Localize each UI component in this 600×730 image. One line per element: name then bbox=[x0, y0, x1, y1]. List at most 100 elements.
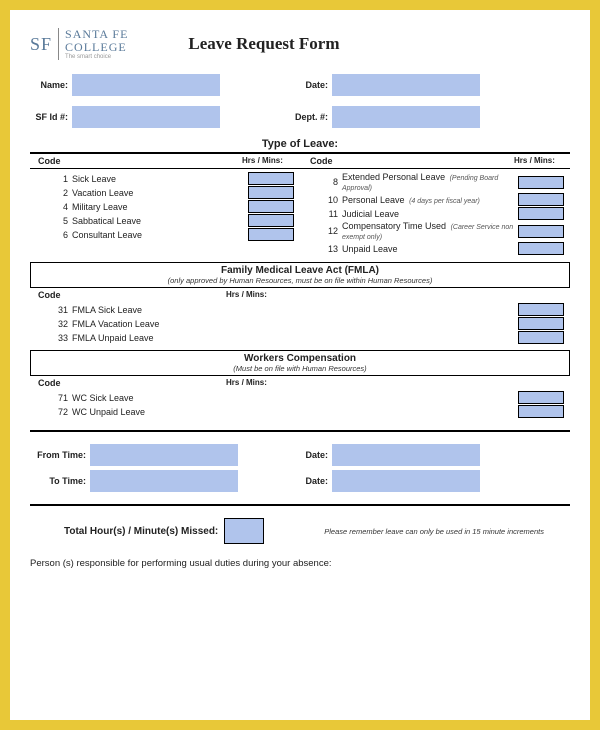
to-date-input[interactable] bbox=[332, 470, 480, 492]
leave-name: FMLA Sick Leave bbox=[72, 305, 518, 315]
dept-input[interactable] bbox=[332, 106, 480, 128]
total-row: Total Hour(s) / Minute(s) Missed: Please… bbox=[30, 518, 570, 544]
wc-note: (Must be on file with Human Resources) bbox=[31, 364, 569, 373]
fmla-title-box: Family Medical Leave Act (FMLA) (only ap… bbox=[30, 262, 570, 288]
leave-code: 10 bbox=[318, 195, 338, 205]
leave-note: (4 days per fiscal year) bbox=[409, 198, 480, 205]
leave-item: 2Vacation Leave bbox=[30, 186, 300, 199]
hrs-mins-input[interactable] bbox=[248, 172, 294, 185]
hrs-mins-input[interactable] bbox=[518, 405, 564, 418]
wc-title-box: Workers Compensation (Must be on file wi… bbox=[30, 350, 570, 376]
logo-sf: SF bbox=[30, 34, 52, 55]
hrs-header: Hrs / Mins: bbox=[242, 156, 302, 166]
leave-item: 10 Personal Leave (4 days per fiscal year… bbox=[300, 193, 570, 206]
leave-col-left: 1 Sick Leave 2Vacation Leave 4 Military Leav… bbox=[30, 171, 300, 256]
leave-code: 12 bbox=[318, 226, 338, 236]
hrs-mins-input[interactable] bbox=[518, 242, 564, 255]
name-label: Name: bbox=[30, 80, 68, 90]
leave-name: WC Sick Leave bbox=[72, 393, 518, 403]
leave-name: Extended Personal Leave (Pending Board A… bbox=[342, 172, 518, 192]
leave-item: 1 Sick Leave bbox=[30, 172, 300, 185]
college-logo: SF SANTA FE COLLEGE The smart choice bbox=[30, 28, 128, 60]
to-time-input[interactable] bbox=[90, 470, 238, 492]
leave-code: 72 bbox=[48, 407, 68, 417]
from-time-row: From Time: Date: bbox=[30, 444, 570, 466]
leave-name: Sabbatical Leave bbox=[72, 216, 248, 226]
leave-code: 32 bbox=[48, 319, 68, 329]
total-input[interactable] bbox=[224, 518, 264, 544]
total-label: Total Hour(s) / Minute(s) Missed: bbox=[64, 526, 218, 537]
leave-item: 12Compensatory Time Used (Career Service… bbox=[300, 221, 570, 241]
leave-item: 4 Military Leave bbox=[30, 200, 300, 213]
name-date-row: Name: Date: bbox=[30, 74, 570, 96]
hrs-mins-input[interactable] bbox=[518, 317, 564, 330]
leave-name: FMLA Vacation Leave bbox=[72, 319, 518, 329]
leave-name: Military Leave bbox=[72, 202, 248, 212]
leave-item: 31FMLA Sick Leave bbox=[30, 303, 570, 316]
leave-item: 33 FMLA Unpaid Leave bbox=[30, 331, 570, 344]
type-of-leave-title: Type of Leave: bbox=[30, 138, 570, 154]
leave-code: 6 bbox=[48, 230, 68, 240]
leave-name: Unpaid Leave bbox=[342, 244, 518, 254]
sfid-label: SF Id #: bbox=[30, 112, 68, 122]
leave-code: 71 bbox=[48, 393, 68, 403]
from-time-input[interactable] bbox=[90, 444, 238, 466]
hrs-header: Hrs / Mins: bbox=[514, 156, 570, 166]
hrs-mins-input[interactable] bbox=[248, 186, 294, 199]
hrs-mins-input[interactable] bbox=[248, 228, 294, 241]
leave-header-row: Code Hrs / Mins: Code Hrs / Mins: bbox=[30, 154, 570, 169]
leave-name: Judicial Leave bbox=[342, 209, 518, 219]
fmla-list: 31FMLA Sick Leave 32 FMLA Vacation Leave 33… bbox=[30, 303, 570, 344]
leave-item: 32 FMLA Vacation Leave bbox=[30, 317, 570, 330]
leave-name: Sick Leave bbox=[72, 174, 248, 184]
hrs-mins-input[interactable] bbox=[518, 303, 564, 316]
hrs-mins-input[interactable] bbox=[248, 214, 294, 227]
hrs-mins-input[interactable] bbox=[518, 193, 564, 206]
date-input[interactable] bbox=[332, 74, 480, 96]
leave-code: 13 bbox=[318, 244, 338, 254]
leave-code: 2 bbox=[48, 188, 68, 198]
leave-code: 4 bbox=[48, 202, 68, 212]
hrs-mins-input[interactable] bbox=[518, 176, 564, 189]
leave-item: 8 Extended Personal Leave (Pending Board … bbox=[300, 172, 570, 192]
leave-note: (Pending Board Approval) bbox=[342, 175, 498, 192]
logo-line1: SANTA FE bbox=[65, 28, 128, 41]
leave-item: 71 WC Sick Leave bbox=[30, 391, 570, 404]
leave-item: 5 Sabbatical Leave bbox=[30, 214, 300, 227]
from-date-input[interactable] bbox=[332, 444, 480, 466]
hrs-mins-input[interactable] bbox=[518, 225, 564, 238]
leave-item: 72 WC Unpaid Leave bbox=[30, 405, 570, 418]
form-page: SF SANTA FE COLLEGE The smart choice Lea… bbox=[10, 10, 590, 720]
leave-name: Personal Leave (4 days per fiscal year) bbox=[342, 195, 518, 205]
fmla-title: Family Medical Leave Act (FMLA) bbox=[31, 265, 569, 276]
leave-name: WC Unpaid Leave bbox=[72, 407, 518, 417]
leave-code: 33 bbox=[48, 333, 68, 343]
form-title: Leave Request Form bbox=[188, 34, 339, 54]
leave-code: 11 bbox=[318, 209, 338, 219]
time-section: From Time: Date: To Time: Date: bbox=[30, 430, 570, 506]
leave-item: 13 Unpaid Leave bbox=[300, 242, 570, 255]
leave-col-right: 8 Extended Personal Leave (Pending Board … bbox=[300, 171, 570, 256]
leave-code: 5 bbox=[48, 216, 68, 226]
fmla-note: (only approved by Human Resources, must … bbox=[31, 276, 569, 285]
sfid-input[interactable] bbox=[72, 106, 220, 128]
hrs-mins-input[interactable] bbox=[518, 331, 564, 344]
fmla-header: Code Hrs / Mins: bbox=[30, 288, 570, 302]
code-header: Code bbox=[38, 156, 76, 166]
leave-code: 8 bbox=[318, 177, 338, 187]
to-time-row: To Time: Date: bbox=[30, 470, 570, 492]
hrs-mins-input[interactable] bbox=[518, 391, 564, 404]
name-input[interactable] bbox=[72, 74, 220, 96]
code-header: Code bbox=[38, 378, 76, 388]
sfid-dept-row: SF Id #: Dept. #: bbox=[30, 106, 570, 128]
hrs-mins-input[interactable] bbox=[518, 207, 564, 220]
logo-line2: COLLEGE bbox=[65, 41, 128, 54]
person-responsible-text: Person (s) responsible for performing us… bbox=[30, 558, 570, 569]
to-time-label: To Time: bbox=[30, 476, 86, 486]
leave-name: FMLA Unpaid Leave bbox=[72, 333, 518, 343]
dept-label: Dept. #: bbox=[220, 112, 328, 122]
leave-grid: 1 Sick Leave 2Vacation Leave 4 Military Leav… bbox=[30, 171, 570, 256]
header: SF SANTA FE COLLEGE The smart choice Lea… bbox=[30, 28, 570, 60]
hrs-mins-input[interactable] bbox=[248, 200, 294, 213]
leave-code: 1 bbox=[48, 174, 68, 184]
